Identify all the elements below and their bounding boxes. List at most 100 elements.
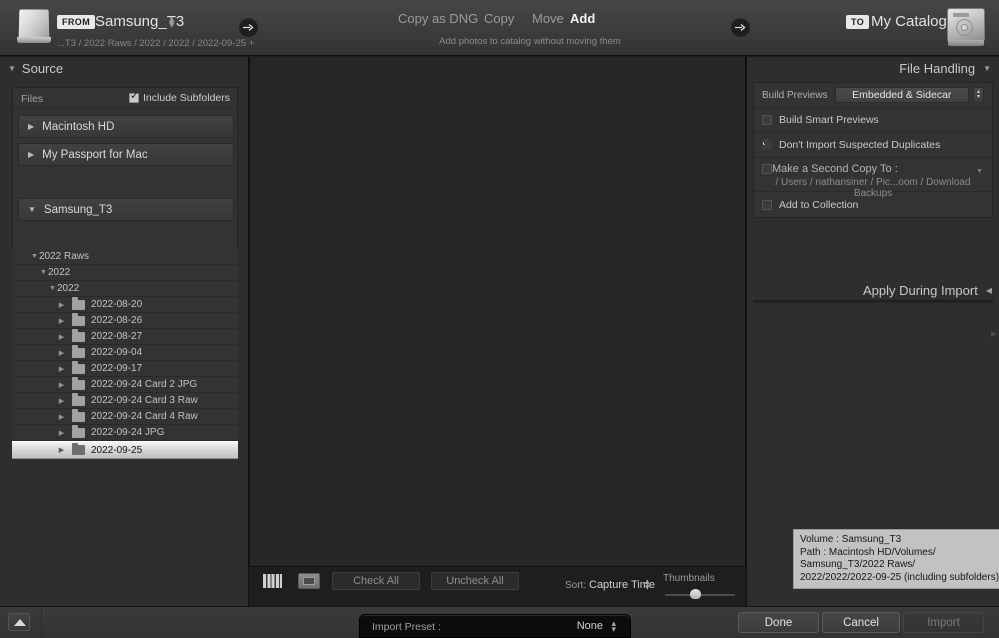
- arrow-right-icon-left[interactable]: [239, 18, 258, 37]
- volume-samsung-t3[interactable]: ▼ Samsung_T3: [18, 198, 234, 221]
- triangle-right-icon[interactable]: ▶: [57, 413, 66, 421]
- tree-label: 2022-09-24 Card 4 Raw: [91, 411, 198, 422]
- external-drive-icon: [14, 6, 56, 48]
- volume-my-passport-for-mac[interactable]: ▶ My Passport for Mac: [18, 143, 234, 166]
- checkbox-icon[interactable]: [762, 199, 772, 210]
- triangle-right-icon[interactable]: ▶: [57, 333, 66, 341]
- tree-row-folder[interactable]: ▶ 2022-08-20: [12, 297, 238, 313]
- mode-copy-as-dng[interactable]: Copy as DNG: [398, 11, 478, 26]
- import-preset-bar[interactable]: Import Preset : None ▴ ▾: [359, 614, 631, 638]
- file-handling-header[interactable]: File Handling ▼: [747, 57, 999, 79]
- triangle-right-icon[interactable]: ▶: [28, 150, 34, 159]
- tree-row-folder[interactable]: ▶ 2022-09-24 JPG: [12, 425, 238, 441]
- triangle-down-icon[interactable]: ▼: [39, 269, 48, 276]
- build-previews-select[interactable]: Embedded & Sidecar: [834, 87, 969, 103]
- triangle-down-icon[interactable]: ▼: [48, 285, 57, 292]
- triangle-right-icon[interactable]: ▶: [28, 122, 34, 131]
- checkbox-icon[interactable]: [129, 90, 139, 103]
- thumbnails-slider-knob[interactable]: [690, 589, 701, 599]
- tooltip-path-3: 2022/2022/2022-09-25 (including subfolde…: [800, 571, 999, 583]
- tree-row-2022-raws[interactable]: ▼ 2022 Raws: [12, 249, 238, 265]
- apply-during-import-divider: [753, 300, 993, 303]
- chevron-down-icon[interactable]: ▼: [976, 168, 983, 175]
- grid-view-icon[interactable]: [263, 574, 282, 588]
- triangle-right-icon[interactable]: ▶: [57, 317, 66, 325]
- cancel-button[interactable]: Cancel: [822, 612, 900, 633]
- folder-icon: [72, 345, 85, 358]
- catalog-name[interactable]: My Catalog: [871, 13, 947, 30]
- volume-macintosh-hd[interactable]: ▶ Macintosh HD: [18, 115, 234, 138]
- tree-row-folder[interactable]: ▶ 2022-09-24 Card 2 JPG: [12, 377, 238, 393]
- dont-import-duplicates-row[interactable]: ✓ Don't Import Suspected Duplicates: [754, 133, 992, 158]
- add-to-collection-row[interactable]: Add to Collection: [754, 192, 992, 217]
- triangle-right-icon[interactable]: ▶: [57, 446, 66, 454]
- build-smart-previews-row[interactable]: Build Smart Previews: [754, 108, 992, 133]
- import-button[interactable]: Import: [903, 612, 984, 633]
- tree-row-folder[interactable]: ▶ 2022-09-24 Card 3 Raw: [12, 393, 238, 409]
- source-panel-header[interactable]: ▼ Source: [0, 57, 248, 79]
- folder-icon: [72, 297, 85, 310]
- triangle-down-icon[interactable]: ▼: [30, 253, 39, 260]
- include-subfolders-label: Include Subfolders: [143, 92, 230, 104]
- triangle-right-icon[interactable]: ▶: [57, 365, 66, 373]
- import-preset-value[interactable]: None: [577, 620, 603, 632]
- arrow-right-icon-right[interactable]: [731, 18, 750, 37]
- tree-row-2022-a[interactable]: ▼ 2022: [12, 265, 238, 281]
- panel-collapse-handle-icon[interactable]: ▶: [991, 329, 997, 338]
- checkbox-icon[interactable]: [762, 164, 772, 174]
- triangle-down-icon[interactable]: ▼: [8, 64, 16, 73]
- build-smart-previews-label: Build Smart Previews: [779, 114, 879, 126]
- folder-icon: [72, 393, 85, 406]
- triangle-down-icon[interactable]: ▼: [28, 205, 36, 214]
- apply-during-import-header[interactable]: Apply During Import ◀: [747, 279, 999, 301]
- folder-icon: [72, 377, 85, 390]
- folder-icon: [72, 409, 85, 422]
- tree-row-2022-b[interactable]: ▼ 2022: [12, 281, 238, 297]
- mode-copy[interactable]: Copy: [484, 11, 514, 26]
- build-previews-stepper-icon[interactable]: ▴ ▾: [973, 87, 984, 103]
- tree-row-folder-selected[interactable]: ▶ 2022-09-25: [12, 441, 238, 459]
- make-second-copy-row[interactable]: Make a Second Copy To : ▼ / Users / nath…: [754, 158, 992, 199]
- tree-row-folder[interactable]: ▶ 2022-09-04: [12, 345, 238, 361]
- done-button[interactable]: Done: [738, 612, 819, 633]
- folder-icon: [72, 329, 85, 342]
- triangle-right-icon[interactable]: ▶: [57, 349, 66, 357]
- sort-stepper-icon[interactable]: ▴ ▾: [645, 577, 650, 592]
- triangle-left-icon[interactable]: ◀: [986, 286, 992, 295]
- checkbox-icon[interactable]: ✓: [761, 135, 772, 150]
- tree-label: 2022 Raws: [39, 251, 90, 262]
- folder-icon: [72, 442, 85, 455]
- include-subfolders-toggle[interactable]: Include Subfolders: [129, 90, 230, 104]
- source-dropdown-icon[interactable]: ▴ ▾: [169, 14, 174, 31]
- tooltip-volume: Volume : Samsung_T3: [800, 534, 902, 545]
- triangle-down-icon[interactable]: ▼: [983, 64, 991, 73]
- source-panel: ▼ Source Files Include Subfolders ▶ Maci…: [0, 57, 249, 606]
- uncheck-all-button[interactable]: Uncheck All: [431, 572, 519, 590]
- mode-move[interactable]: Move: [532, 11, 564, 26]
- triangle-right-icon[interactable]: ▶: [57, 301, 66, 309]
- triangle-right-icon[interactable]: ▶: [57, 397, 66, 405]
- folder-path-tooltip: Volume : Samsung_T3 Path : Macintosh HD/…: [793, 529, 999, 590]
- triangle-right-icon[interactable]: ▶: [57, 381, 66, 389]
- triangle-right-icon[interactable]: ▶: [57, 429, 66, 437]
- tree-row-folder[interactable]: ▶ 2022-09-17: [12, 361, 238, 377]
- add-to-collection-label: Add to Collection: [779, 198, 859, 211]
- checkbox-icon[interactable]: [762, 115, 772, 125]
- right-panel: File Handling ▼ Build Previews Embedded …: [746, 57, 999, 606]
- volume-label: Macintosh HD: [42, 120, 115, 133]
- mode-add[interactable]: Add: [570, 11, 595, 26]
- tree-label: 2022-08-27: [91, 331, 143, 342]
- import-preset-stepper-icon[interactable]: ▴ ▾: [611, 619, 616, 634]
- tree-label: 2022-09-25: [91, 444, 143, 456]
- tree-row-folder[interactable]: ▶ 2022-08-26: [12, 313, 238, 329]
- to-badge: TO: [846, 15, 870, 29]
- footer-divider: [41, 608, 42, 638]
- check-all-button[interactable]: Check All: [332, 572, 420, 590]
- eject-icon[interactable]: [8, 613, 30, 631]
- import-preset-label: Import Preset :: [372, 621, 441, 633]
- loupe-view-icon[interactable]: [298, 573, 320, 589]
- tree-row-folder[interactable]: ▶ 2022-09-24 Card 4 Raw: [12, 409, 238, 425]
- make-second-copy-label: Make a Second Copy To :: [772, 163, 898, 175]
- tree-label: 2022-09-04: [91, 347, 143, 358]
- tree-row-folder[interactable]: ▶ 2022-08-27: [12, 329, 238, 345]
